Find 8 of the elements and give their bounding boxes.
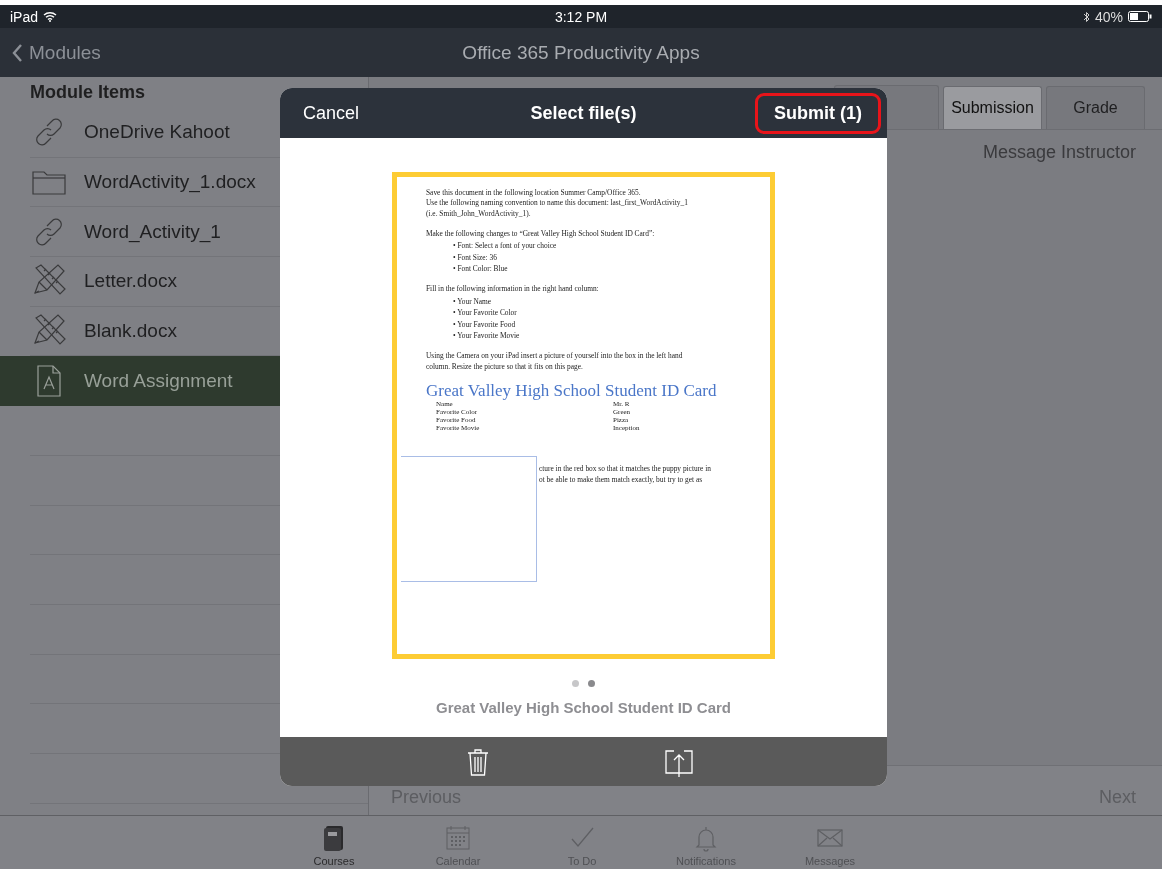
clock: 3:12 PM: [554, 8, 608, 25]
dialog-title: Select file(s): [530, 102, 637, 124]
carrier-label: iPad: [10, 8, 39, 25]
file-name: Great Valley High School Student ID Card: [435, 699, 732, 716]
battery-percentage: 40%: [1094, 8, 1123, 25]
document-heading: Great Valley High School Student ID Card: [426, 381, 717, 400]
page-title: Office 365 Productivity Apps: [462, 41, 700, 64]
sidebar-title: Module Items: [29, 81, 146, 104]
